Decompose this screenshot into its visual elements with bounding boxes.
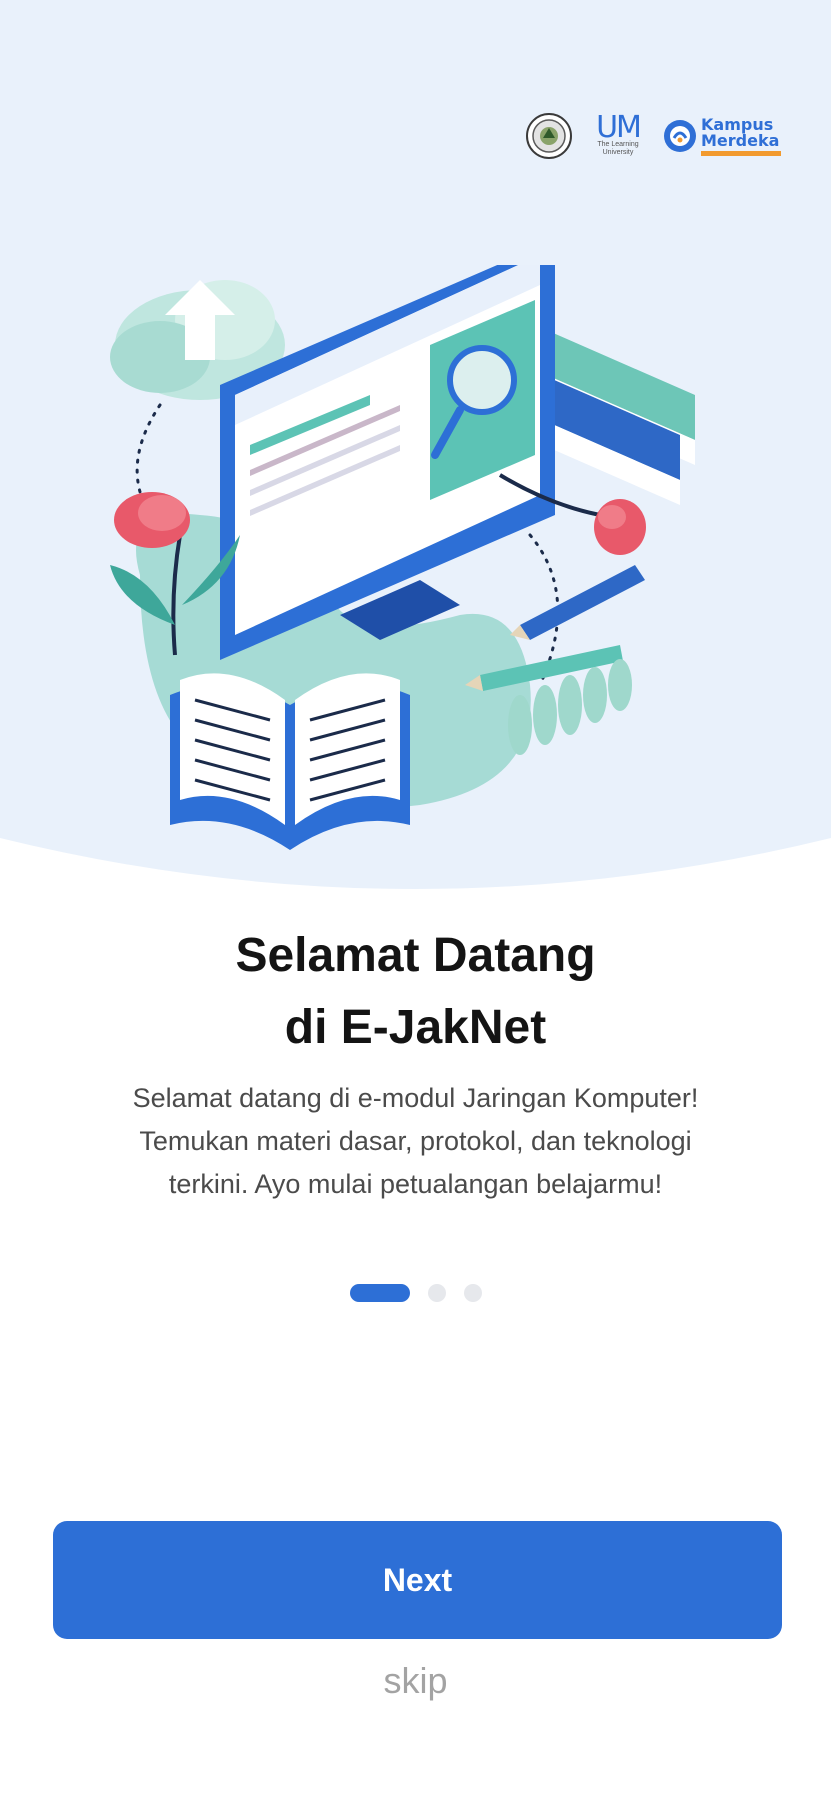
description-line3: terkini. Ayo mulai petualangan belajarmu… [168, 1169, 663, 1199]
description-line2: Temukan materi dasar, protokol, dan tekn… [139, 1126, 692, 1156]
next-button[interactable]: Next [53, 1521, 782, 1639]
um-logo-mark: UM [596, 110, 642, 145]
e-learning-illustration [110, 265, 695, 850]
page-title: Selamat Datang di E-JakNet [0, 920, 831, 1064]
skip-link[interactable]: skip [0, 1660, 831, 1702]
um-logo-subtitle-line2: University [602, 149, 634, 156]
description-line1: Selamat datang di e-modul Jaringan Kompu… [132, 1083, 699, 1113]
title-line2: di E-JakNet [284, 1001, 547, 1054]
title-line1: Selamat Datang [235, 929, 596, 982]
hero-section: UM The Learning University Kampus Merdek… [0, 0, 831, 900]
university-seal-logo [526, 113, 572, 159]
kampus-merdeka-logo: Kampus Merdeka [663, 116, 781, 156]
kampus-merdeka-line2: Merdeka [701, 130, 780, 150]
page-indicator-dot [349, 1284, 410, 1302]
partner-logos: UM The Learning University Kampus Merdek… [525, 112, 781, 160]
kampus-merdeka-badge-icon [664, 120, 696, 152]
description: Selamat datang di e-modul Jaringan Kompu… [60, 1077, 771, 1206]
page-indicator [0, 1284, 831, 1302]
page-indicator-dot [427, 1284, 446, 1302]
um-logo-subtitle-line1: The Learning [597, 141, 639, 148]
page-indicator-dot [463, 1284, 482, 1302]
kampus-merdeka-underline [701, 150, 781, 156]
um-logo: UM The Learning University [587, 110, 649, 157]
